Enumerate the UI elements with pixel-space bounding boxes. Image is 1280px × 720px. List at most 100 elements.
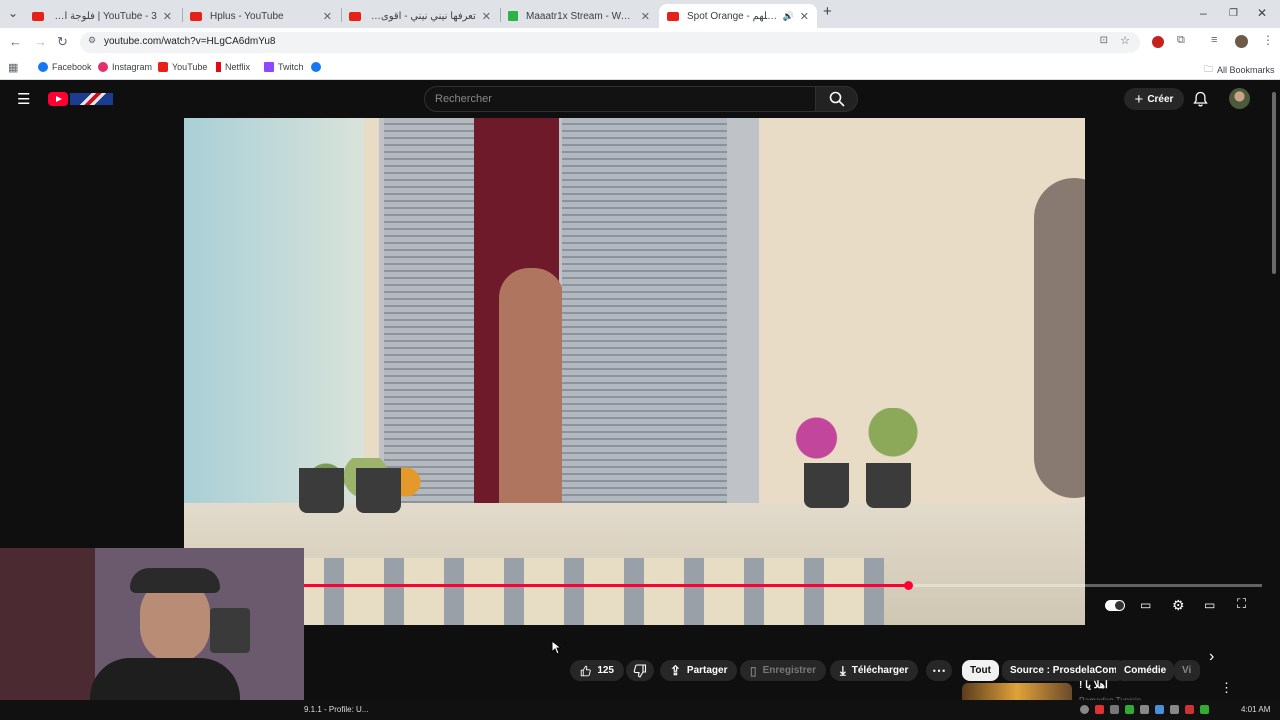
facebook-icon xyxy=(311,62,321,72)
logo-flag-decoration xyxy=(70,93,113,105)
chip-all[interactable]: Tout xyxy=(962,660,999,681)
account-avatar[interactable] xyxy=(1229,88,1250,109)
close-window-button[interactable]: ✕ xyxy=(1257,6,1267,20)
page-scrollbar[interactable] xyxy=(1272,92,1276,274)
tray-icon[interactable] xyxy=(1125,705,1134,714)
bookmark-facebook-2[interactable] xyxy=(311,62,325,72)
apps-grid-icon[interactable]: ▦ xyxy=(8,61,18,74)
restore-button[interactable]: ❐ xyxy=(1229,8,1238,19)
bookmark-instagram[interactable]: Instagram xyxy=(98,62,152,72)
video-scene-pot xyxy=(356,468,401,513)
settings-gear-icon[interactable]: ⚙ xyxy=(1172,597,1185,614)
tray-icon[interactable] xyxy=(1185,705,1194,714)
browser-tab[interactable]: Hplus - YouTube ✕ xyxy=(182,4,340,28)
extension-icon[interactable] xyxy=(1152,36,1164,48)
search-placeholder: Rechercher xyxy=(435,93,492,105)
youtube-logo[interactable] xyxy=(48,92,68,106)
close-icon[interactable]: ✕ xyxy=(482,10,491,23)
bookmark-netflix[interactable]: Netflix xyxy=(216,62,250,72)
clock[interactable]: 4:01 AM xyxy=(1241,705,1270,714)
create-button[interactable]: + Créer xyxy=(1124,88,1184,110)
video-player[interactable] xyxy=(184,118,1085,625)
download-label: Télécharger xyxy=(851,665,909,676)
tab-title: تعرفها نيني نيني - اقوى اشهار تو xyxy=(369,10,476,22)
tab-search-chevron-icon[interactable]: ⌄ xyxy=(8,6,18,20)
tray-icon[interactable] xyxy=(1095,705,1104,714)
progress-bar-track[interactable] xyxy=(304,581,1262,590)
address-bar[interactable]: ⚙ youtube.com/watch?v=HLgCA6dmYu8 ⊡ ☆ xyxy=(80,32,1140,53)
fullscreen-icon[interactable]: ⛶ xyxy=(1237,596,1246,612)
search-button[interactable] xyxy=(816,86,858,112)
share-label: Partager xyxy=(686,665,728,676)
tray-icon[interactable] xyxy=(1140,705,1149,714)
tab-title: Hplus - YouTube xyxy=(210,10,284,22)
instagram-icon xyxy=(98,62,108,72)
forward-button[interactable]: → xyxy=(34,34,47,49)
save-label: Enregistrer xyxy=(762,665,816,676)
mouse-cursor-icon xyxy=(551,640,561,655)
bookmark-youtube[interactable]: YouTube xyxy=(158,62,207,72)
profile-avatar[interactable] xyxy=(1235,35,1248,48)
browser-tab[interactable]: 3 - YouTube | فلوجة الحلقة 3 ✕ xyxy=(24,4,180,28)
media-control-icon[interactable]: ≡ xyxy=(1211,34,1217,46)
back-button[interactable]: ← xyxy=(9,34,22,49)
search-input[interactable]: Rechercher xyxy=(424,86,816,112)
bookmark-label: YouTube xyxy=(172,62,208,72)
chip-comedy[interactable]: Comédie xyxy=(1116,660,1175,681)
recommendation-title[interactable]: ! اهلا يا xyxy=(1079,680,1108,691)
star-icon[interactable]: ☆ xyxy=(1120,34,1130,47)
site-info-icon[interactable]: ⚙ xyxy=(88,35,96,46)
download-button[interactable]: ⤓ Télécharger xyxy=(830,660,919,681)
tray-icon[interactable] xyxy=(1110,705,1119,714)
autoplay-toggle[interactable] xyxy=(1105,600,1125,611)
bookmark-twitch[interactable]: Twitch xyxy=(264,62,304,72)
tray-icon[interactable] xyxy=(1080,705,1089,714)
browser-tab[interactable]: تعرفها نيني نيني - اقوى اشهار تو ✕ xyxy=(341,4,499,28)
chip-source[interactable]: Source : ProsdelaCom xyxy=(1002,660,1126,681)
close-icon[interactable]: ✕ xyxy=(800,10,809,23)
kick-icon xyxy=(508,11,518,21)
taskbar-app-label[interactable]: 9.1.1 - Profile: U... xyxy=(304,705,368,714)
install-icon[interactable]: ⊡ xyxy=(1100,35,1108,46)
webcam-chair xyxy=(0,548,95,720)
browser-tab-active[interactable]: Spot Orange - ونة يا مهيلهم 🔊 ✕ xyxy=(659,4,817,28)
hamburger-menu-icon[interactable]: ☰ xyxy=(17,90,30,108)
thumbs-down-icon xyxy=(633,663,647,678)
new-tab-button[interactable]: + xyxy=(823,3,832,20)
close-icon[interactable]: ✕ xyxy=(323,10,332,23)
theater-mode-icon[interactable]: ▭ xyxy=(1204,598,1215,612)
folder-icon: 🗀 xyxy=(1204,64,1214,74)
video-scene-balusters xyxy=(284,558,884,625)
tray-icon[interactable] xyxy=(1155,705,1164,714)
notifications-bell-icon[interactable] xyxy=(1193,91,1208,107)
save-button[interactable]: ▯ Enregistrer xyxy=(740,660,826,681)
like-button[interactable]: 125 xyxy=(570,660,624,681)
all-bookmarks[interactable]: 🗀 All Bookmarks xyxy=(1204,62,1275,78)
video-scene-shutter-right xyxy=(562,118,727,503)
more-actions-button[interactable]: ⋯ xyxy=(926,660,952,681)
tray-icon[interactable] xyxy=(1200,705,1209,714)
browser-tab[interactable]: Maaatr1x Stream - Watch Live o ✕ xyxy=(500,4,658,28)
minimize-button[interactable]: – xyxy=(1200,6,1207,20)
menu-kebab-icon[interactable]: ⋮ xyxy=(1262,33,1274,47)
chip-partial[interactable]: Vi xyxy=(1174,660,1200,681)
reload-button[interactable]: ↻ xyxy=(57,34,68,50)
share-button[interactable]: ⇪ Partager xyxy=(660,660,738,681)
youtube-icon xyxy=(667,11,679,21)
webcam-headset xyxy=(130,568,220,593)
close-icon[interactable]: ✕ xyxy=(163,10,172,23)
recommendation-thumbnail[interactable] xyxy=(962,683,1072,700)
youtube-icon xyxy=(190,11,202,21)
extensions-puzzle-icon[interactable]: ⧉ xyxy=(1177,34,1185,47)
speaker-icon[interactable]: 🔊 xyxy=(783,11,794,22)
youtube-icon xyxy=(158,62,168,72)
progress-scrubber[interactable] xyxy=(903,581,913,590)
bookmark-facebook[interactable]: Facebook xyxy=(38,62,92,72)
dislike-button[interactable] xyxy=(626,660,654,681)
video-scene-person xyxy=(499,268,564,503)
subtitles-icon[interactable]: ▭ xyxy=(1140,598,1151,612)
chevron-right-icon[interactable]: › xyxy=(1209,648,1214,666)
close-icon[interactable]: ✕ xyxy=(641,10,650,23)
tray-icon[interactable] xyxy=(1170,705,1179,714)
recommendation-menu-icon[interactable]: ⋮ xyxy=(1220,680,1233,696)
